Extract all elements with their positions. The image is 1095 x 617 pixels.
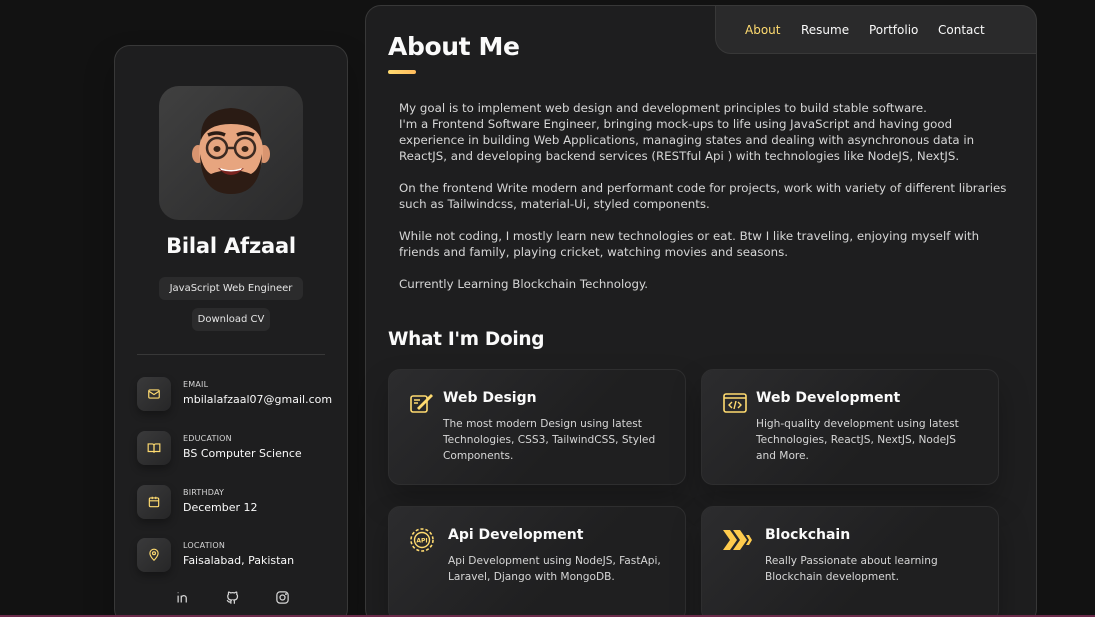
sidebar-divider — [137, 354, 325, 355]
profile-name: Bilal Afzaal — [166, 234, 296, 258]
about-text: My goal is to implement web design and d… — [399, 100, 1009, 308]
service-title: Web Design — [443, 390, 537, 406]
service-desc: High-quality development using latest Te… — [756, 418, 959, 462]
service-card-web-design: Web Design The most modern Design using … — [388, 369, 686, 485]
svg-text:API: API — [416, 538, 427, 545]
nav-contact[interactable]: Contact — [938, 23, 985, 37]
calendar-icon — [137, 485, 171, 519]
heading-underline — [388, 70, 416, 74]
email-link[interactable]: mbilalafzaal07@gmail.com — [183, 393, 332, 406]
service-card-blockchain: Blockchain Really Passionate about learn… — [701, 506, 999, 617]
main-content: About Resume Portfolio Contact About Me … — [365, 5, 1037, 617]
service-card-api-development: API Api Development Api Development usin… — [388, 506, 686, 617]
contact-label: Birthday — [183, 488, 225, 497]
instagram-icon[interactable] — [273, 588, 291, 606]
about-paragraph: Currently Learning Blockchain Technology… — [399, 277, 649, 291]
avatar — [159, 86, 303, 220]
github-icon[interactable] — [223, 588, 241, 606]
service-desc: Really Passionate about learning Blockch… — [765, 555, 938, 583]
book-icon — [137, 431, 171, 465]
location-icon — [137, 538, 171, 572]
navbar: About Resume Portfolio Contact — [715, 5, 1037, 54]
services-heading: What I'm Doing — [388, 329, 545, 350]
contact-education: Education BS Computer Science — [137, 431, 337, 465]
about-heading: About Me — [388, 32, 520, 61]
contact-value: December 12 — [183, 501, 258, 514]
social-links — [173, 588, 293, 608]
contact-label: Education — [183, 434, 232, 443]
about-paragraph: On the frontend Write modern and perform… — [399, 181, 1007, 211]
about-paragraph: My goal is to implement web design and d… — [399, 101, 975, 163]
about-paragraph: While not coding, I mostly learn new tec… — [399, 229, 980, 259]
service-title: Api Development — [448, 527, 584, 543]
contact-label: Location — [183, 541, 226, 550]
nav-resume[interactable]: Resume — [801, 23, 849, 37]
service-title: Blockchain — [765, 527, 851, 543]
service-desc: The most modern Design using latest Tech… — [443, 418, 656, 462]
design-icon — [410, 394, 433, 413]
service-desc: Api Development using NodeJS, FastApi, L… — [448, 555, 661, 583]
contact-email: Email mbilalafzaal07@gmail.com — [137, 377, 337, 411]
contact-birthday: Birthday December 12 — [137, 485, 337, 519]
contact-label: Email — [183, 380, 209, 389]
code-window-icon — [723, 393, 747, 413]
linkedin-icon[interactable] — [173, 588, 191, 606]
profile-title-badge: JavaScript Web Engineer — [159, 277, 303, 300]
sidebar: Bilal Afzaal JavaScript Web Engineer Dow… — [114, 45, 348, 617]
service-title: Web Development — [756, 390, 901, 406]
mail-icon — [137, 377, 171, 411]
memoji-avatar-icon — [192, 108, 270, 194]
contact-value: Faisalabad, Pakistan — [183, 554, 295, 567]
nav-portfolio[interactable]: Portfolio — [869, 23, 918, 37]
nav-about[interactable]: About — [745, 23, 780, 37]
contact-value: BS Computer Science — [183, 447, 302, 460]
blockchain-icon — [723, 530, 752, 550]
download-cv-button[interactable]: Download CV — [192, 308, 270, 331]
api-gear-icon: API — [410, 528, 434, 552]
contact-location: Location Faisalabad, Pakistan — [137, 538, 337, 572]
service-card-web-development: Web Development High-quality development… — [701, 369, 999, 485]
